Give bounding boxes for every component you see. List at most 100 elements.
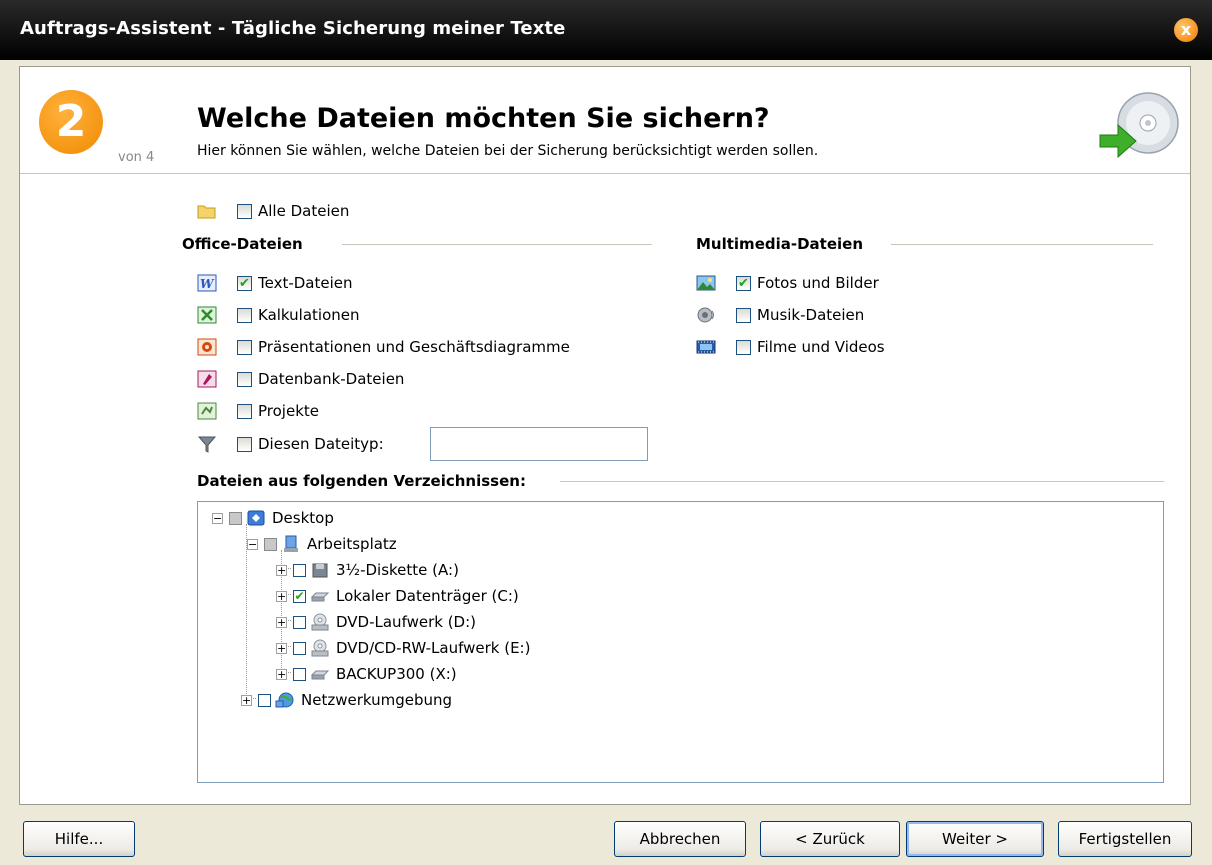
tree-checkbox[interactable] xyxy=(293,563,306,577)
multimedia-divider xyxy=(891,244,1153,245)
tree-node-network[interactable]: + Netzwerkumgebung xyxy=(241,689,452,711)
database-checkbox[interactable] xyxy=(237,371,252,387)
back-button[interactable]: < Zurück xyxy=(760,821,900,857)
office-item-database: Datenbank-Dateien xyxy=(197,367,404,391)
multimedia-item-videos: Filme und Videos xyxy=(696,335,885,359)
tree-checkbox[interactable] xyxy=(258,693,271,707)
backup-cd-icon xyxy=(1099,92,1179,159)
multimedia-heading: Multimedia-Dateien xyxy=(696,235,863,253)
finish-button[interactable]: Fertigstellen xyxy=(1058,821,1192,857)
videos-label: Filme und Videos xyxy=(757,338,885,356)
tree-checkbox[interactable] xyxy=(293,667,306,681)
photos-checkbox[interactable]: ✔ xyxy=(736,275,751,291)
tree-node-desktop[interactable]: − Desktop xyxy=(212,507,334,529)
videos-checkbox[interactable] xyxy=(736,339,751,355)
presentations-checkbox[interactable] xyxy=(237,339,252,355)
network-icon xyxy=(275,692,294,708)
tree-label: BACKUP300 (X:) xyxy=(336,665,457,683)
file-type-input[interactable] xyxy=(430,427,648,461)
office-item-custom-type: Diesen Dateityp: xyxy=(197,432,384,456)
hard-drive-icon xyxy=(310,670,330,680)
tree-node-floppy[interactable]: + 3½-Diskette (A:) xyxy=(276,559,459,581)
dvd-drive-icon xyxy=(311,639,329,657)
tree-node-dvd-d[interactable]: + DVD-Laufwerk (D:) xyxy=(276,611,476,633)
all-files-checkbox[interactable] xyxy=(237,203,252,219)
dvd-drive-icon xyxy=(311,613,329,631)
excel-icon xyxy=(197,306,217,324)
music-label: Musik-Dateien xyxy=(757,306,865,324)
text-files-checkbox[interactable]: ✔ xyxy=(237,275,252,291)
step-of-label: von 4 xyxy=(118,150,155,165)
tree-node-drive-c[interactable]: + ✔ Lokaler Datenträger (C:) xyxy=(276,585,519,607)
expand-toggle[interactable]: + xyxy=(276,590,287,602)
word-icon: W xyxy=(197,274,217,292)
expand-toggle[interactable]: + xyxy=(276,642,287,654)
tree-label: DVD/CD-RW-Laufwerk (E:) xyxy=(336,639,531,657)
music-checkbox[interactable] xyxy=(736,307,751,323)
svg-text:W: W xyxy=(200,277,215,291)
help-button[interactable]: Hilfe... xyxy=(23,821,135,857)
floppy-drive-icon xyxy=(312,563,328,578)
all-files-label: Alle Dateien xyxy=(258,202,350,220)
window-title: Auftrags-Assistent - Tägliche Sicherung … xyxy=(20,18,566,39)
folder-icon xyxy=(197,205,216,219)
wizard-header: 2 von 4 Welche Dateien möchten Sie siche… xyxy=(20,67,1190,174)
office-heading: Office-Dateien xyxy=(182,235,303,253)
multimedia-item-photos: ✔ Fotos und Bilder xyxy=(696,271,879,295)
expand-toggle[interactable]: + xyxy=(276,564,287,576)
expand-toggle[interactable]: + xyxy=(241,694,252,706)
folders-heading: Dateien aus folgenden Verzeichnissen: xyxy=(197,472,526,490)
custom-type-label: Diesen Dateityp: xyxy=(258,435,384,453)
close-icon[interactable]: x xyxy=(1174,18,1198,42)
spreadsheets-label: Kalkulationen xyxy=(258,306,360,324)
collapse-toggle[interactable]: − xyxy=(247,538,258,550)
projects-label: Projekte xyxy=(258,402,319,420)
powerpoint-icon xyxy=(197,338,217,356)
tree-label: Desktop xyxy=(272,509,334,527)
computer-icon xyxy=(284,535,298,552)
tree-label: 3½-Diskette (A:) xyxy=(336,561,459,579)
title-bar: Auftrags-Assistent - Tägliche Sicherung … xyxy=(0,0,1212,60)
tree-label: DVD-Laufwerk (D:) xyxy=(336,613,477,631)
desktop-icon xyxy=(247,510,265,526)
access-icon xyxy=(197,370,217,388)
database-label: Datenbank-Dateien xyxy=(258,370,405,388)
tree-checkbox[interactable] xyxy=(264,537,277,551)
multimedia-item-music: Musik-Dateien xyxy=(696,303,864,327)
page-title: Welche Dateien möchten Sie sichern? xyxy=(197,103,770,134)
tree-node-backup-x[interactable]: + BACKUP300 (X:) xyxy=(276,663,457,685)
tree-checkbox[interactable]: ✔ xyxy=(293,589,306,603)
office-divider xyxy=(342,244,652,245)
office-item-spreadsheets: Kalkulationen xyxy=(197,303,360,327)
spreadsheets-checkbox[interactable] xyxy=(237,307,252,323)
tree-node-dvd-e[interactable]: + DVD/CD-RW-Laufwerk (E:) xyxy=(276,637,530,659)
collapse-toggle[interactable]: − xyxy=(212,512,223,524)
next-button[interactable]: Weiter > xyxy=(906,821,1044,857)
cancel-button[interactable]: Abbrechen xyxy=(614,821,746,857)
page-subtitle: Hier können Sie wählen, welche Dateien b… xyxy=(197,143,819,159)
projects-checkbox[interactable] xyxy=(237,403,252,419)
tree-label: Netzwerkumgebung xyxy=(301,691,453,709)
office-item-text: W ✔ Text-Dateien xyxy=(197,271,353,295)
hard-drive-icon xyxy=(310,592,330,602)
picture-icon xyxy=(696,275,716,291)
expand-toggle[interactable]: + xyxy=(276,616,287,628)
photos-label: Fotos und Bilder xyxy=(757,274,879,292)
all-files-row: Alle Dateien xyxy=(197,199,349,223)
expand-toggle[interactable]: + xyxy=(276,668,287,680)
tree-checkbox[interactable] xyxy=(293,615,306,629)
speaker-icon xyxy=(697,307,714,323)
custom-type-checkbox[interactable] xyxy=(237,436,252,452)
folders-divider xyxy=(560,481,1164,482)
tree-label: Lokaler Datenträger (C:) xyxy=(336,587,519,605)
tree-label: Arbeitsplatz xyxy=(307,535,397,553)
office-item-projects: Projekte xyxy=(197,399,319,423)
folder-tree[interactable]: − Desktop − Arbeitsplatz + 3½-Diskette (… xyxy=(197,501,1164,783)
tree-checkbox[interactable] xyxy=(293,641,306,655)
tree-node-my-computer[interactable]: − Arbeitsplatz xyxy=(247,533,397,555)
text-files-label: Text-Dateien xyxy=(258,274,353,292)
filter-icon xyxy=(197,436,217,453)
project-icon xyxy=(197,402,217,420)
presentations-label: Präsentationen und Geschäftsdiagramme xyxy=(258,338,570,356)
tree-checkbox[interactable] xyxy=(229,511,242,525)
